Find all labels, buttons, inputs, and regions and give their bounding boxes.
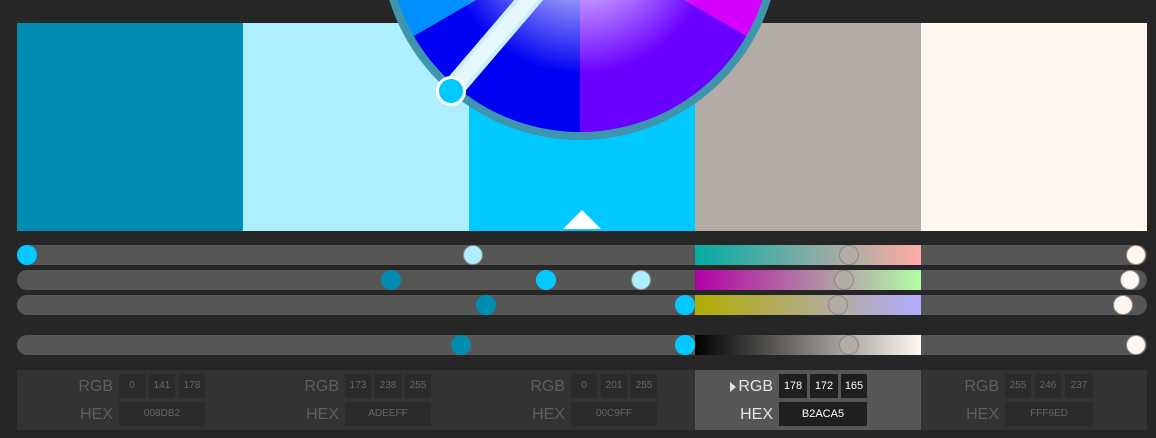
brightness-gradient[interactable] — [695, 335, 921, 355]
red-knob-3[interactable] — [17, 245, 37, 265]
green-field[interactable]: 246 — [1035, 374, 1061, 398]
rgb-label: RGB — [304, 378, 339, 395]
value-panel-2: RGB 173 238 255 HEX ADEEFF — [243, 370, 469, 430]
blue-field[interactable]: 255 — [631, 374, 657, 398]
green-knob-2[interactable] — [630, 270, 651, 290]
hex-label: HEX — [966, 406, 999, 423]
brightness-knob-4[interactable] — [838, 335, 859, 355]
blue-field[interactable]: 255 — [405, 374, 431, 398]
red-gradient[interactable] — [695, 245, 921, 265]
green-field[interactable]: 201 — [601, 374, 627, 398]
blue-gradient[interactable] — [695, 295, 921, 315]
brightness-knob-3[interactable] — [675, 335, 695, 355]
green-field[interactable]: 238 — [375, 374, 401, 398]
value-panel-4: RGB 178 172 165 HEX B2ACA5 — [695, 370, 921, 430]
green-field[interactable]: 172 — [810, 374, 838, 398]
red-knob-4[interactable] — [838, 245, 859, 265]
red-field[interactable]: 178 — [779, 374, 807, 398]
red-field[interactable]: 0 — [119, 374, 145, 398]
brightness-slider[interactable] — [17, 335, 1147, 355]
red-channel-slider[interactable] — [17, 245, 1147, 265]
green-gradient[interactable] — [695, 270, 921, 290]
brightness-knob-5[interactable] — [1126, 335, 1146, 355]
red-field[interactable]: 173 — [345, 374, 371, 398]
blue-field[interactable]: 165 — [841, 374, 867, 398]
blue-channel-slider[interactable] — [17, 295, 1147, 315]
value-panel-1: RGB 0 141 178 HEX 008DB2 — [17, 370, 243, 430]
hex-label: HEX — [306, 406, 339, 423]
hex-field[interactable]: 008DB2 — [119, 402, 205, 426]
color-swatch-1[interactable] — [17, 23, 243, 231]
rgb-label: RGB — [78, 378, 113, 395]
green-field[interactable]: 141 — [149, 374, 175, 398]
triangle-up-icon[interactable] — [562, 208, 602, 230]
green-knob-1[interactable] — [380, 270, 401, 290]
red-knob-2[interactable] — [463, 245, 484, 265]
hex-field[interactable]: FFF6ED — [1005, 402, 1093, 426]
rgb-label: RGB — [738, 378, 773, 395]
color-wheel[interactable] — [380, 0, 780, 140]
hex-field[interactable]: 00C9FF — [571, 402, 657, 426]
green-channel-slider[interactable] — [17, 270, 1147, 290]
red-field[interactable]: 0 — [571, 374, 597, 398]
red-field[interactable]: 255 — [1005, 374, 1031, 398]
hex-label: HEX — [740, 406, 773, 423]
blue-knob-3[interactable] — [675, 295, 695, 315]
hex-label: HEX — [532, 406, 565, 423]
hex-field[interactable]: ADEEFF — [345, 402, 431, 426]
rgb-label: RGB — [530, 378, 565, 395]
blue-field[interactable]: 178 — [179, 374, 205, 398]
green-knob-4[interactable] — [834, 270, 855, 290]
hex-label: HEX — [80, 406, 113, 423]
red-knob-5[interactable] — [1126, 245, 1146, 265]
green-knob-3[interactable] — [535, 270, 556, 290]
hex-field[interactable]: B2ACA5 — [779, 402, 867, 426]
value-panel-5: RGB 255 246 237 HEX FFF6ED — [921, 370, 1147, 430]
blue-field[interactable]: 237 — [1065, 374, 1093, 398]
value-panel-3: RGB 0 201 255 HEX 00C9FF — [469, 370, 695, 430]
color-handle-icon[interactable] — [436, 76, 466, 106]
green-knob-5[interactable] — [1119, 270, 1140, 290]
color-swatch-5[interactable] — [921, 23, 1147, 231]
rgb-label: RGB — [964, 378, 999, 395]
